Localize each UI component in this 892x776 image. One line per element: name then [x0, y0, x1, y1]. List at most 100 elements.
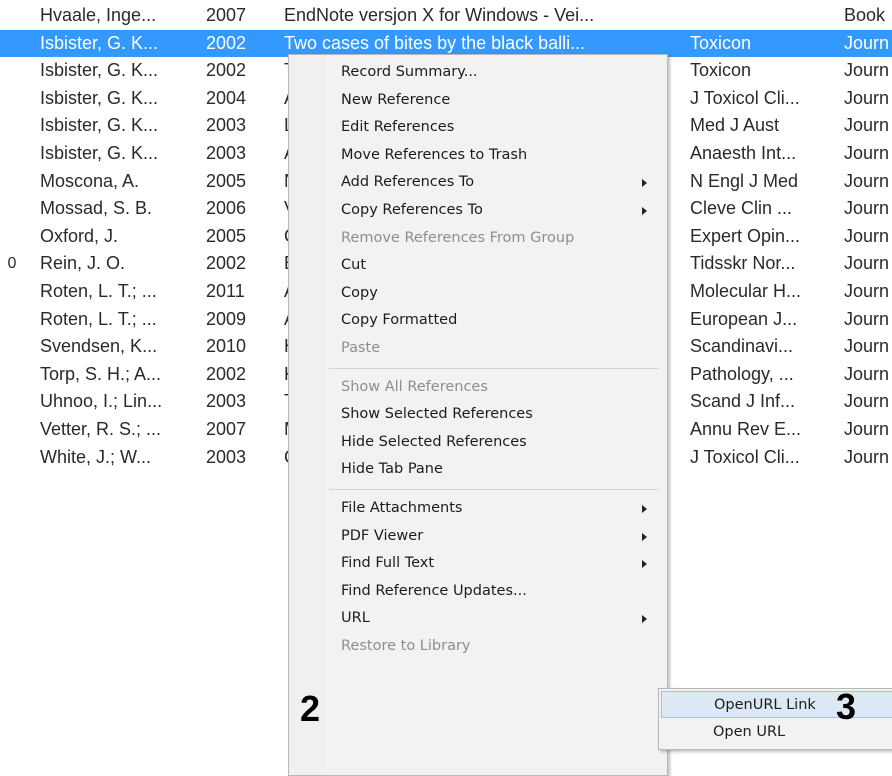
- menu-hide-selected-references[interactable]: Hide Selected References: [289, 429, 665, 456]
- menu-item-label: File Attachments: [341, 500, 463, 516]
- table-row[interactable]: Hvaale, Inge... 2007 EndNote versjon X for…: [0, 2, 892, 29]
- menu-item-label: New Reference: [341, 91, 451, 108]
- journal-cell: Anaesth Int...: [690, 143, 797, 163]
- menu-item-label: Record Summary...: [341, 64, 478, 80]
- ref-type-cell: Journ: [844, 446, 890, 467]
- menu-file-attachments[interactable]: File Attachments: [289, 495, 665, 522]
- menu-move-to-trash[interactable]: Move References to Trash: [289, 142, 665, 169]
- menu-add-references-to[interactable]: Add References To: [289, 169, 665, 196]
- menu-edit-references[interactable]: Edit References: [289, 114, 665, 141]
- menu-item-label: Add References To: [341, 174, 475, 191]
- journal-cell: Annu Rev E...: [690, 419, 802, 439]
- ref-type-cell: Journ: [844, 363, 890, 384]
- context-menu: Record Summary... New Reference Edit Refer…: [288, 54, 668, 776]
- menu-record-summary[interactable]: Record Summary...: [289, 59, 665, 86]
- menu-copy-formatted[interactable]: Copy Formatted: [289, 307, 665, 334]
- menu-find-reference-updates[interactable]: Find Reference Updates...: [289, 578, 665, 605]
- journal-cell: European J...: [690, 308, 798, 329]
- ref-type-cell: Journ: [844, 32, 890, 53]
- clip-icon: 0: [7, 255, 17, 273]
- menu-item-label: Copy: [341, 284, 378, 301]
- year-cell: 2005: [206, 170, 247, 191]
- title-cell: EndNote versjon X for Windows - Vei...: [284, 5, 595, 25]
- author-cell: Isbister, G. K...: [40, 32, 159, 53]
- journal-cell: Pathology, ...: [690, 363, 794, 384]
- year-cell: 2003: [206, 115, 247, 136]
- year-cell: 2003: [206, 143, 247, 163]
- journal-cell: Expert Opin...: [690, 225, 801, 246]
- submenu-arrow-icon: [642, 615, 647, 624]
- menu-copy[interactable]: Copy: [289, 280, 665, 307]
- journal-cell: N Engl J Med: [690, 170, 799, 191]
- menu-remove-from-group: Remove References From Group: [289, 225, 665, 252]
- table-row[interactable]: Isbister, G. K... 2002 Two cases of bites …: [0, 29, 892, 57]
- ref-type-cell: Journ: [844, 170, 890, 191]
- journal-cell: J Toxicol Cli...: [690, 446, 800, 467]
- menu-hide-tab-pane[interactable]: Hide Tab Pane: [289, 456, 665, 483]
- journal-cell: Tidsskr Nor...: [690, 253, 796, 274]
- author-cell: Isbister, G. K...: [40, 60, 159, 81]
- author-cell: Rein, J. O.: [40, 253, 126, 274]
- journal-cell: Scand J Inf...: [690, 391, 796, 412]
- url-submenu: OpenURL Link Open URL: [658, 688, 892, 750]
- menu-item-label: Show All References: [341, 378, 488, 395]
- year-cell: 2006: [206, 198, 247, 219]
- menu-separator: [329, 489, 659, 490]
- title-cell: Two cases of bites by the black balli...: [284, 32, 586, 53]
- ref-type-cell: Journ: [844, 115, 890, 136]
- author-cell: Vetter, R. S.; ...: [40, 419, 162, 439]
- year-cell: 2002: [206, 363, 247, 384]
- menu-copy-references-to[interactable]: Copy References To: [289, 197, 665, 224]
- ref-type-cell: Journ: [844, 253, 890, 274]
- ref-type-cell: Journ: [844, 391, 890, 412]
- menu-restore-to-library: Restore to Library: [289, 633, 665, 660]
- journal-cell: J Toxicol Cli...: [690, 87, 800, 108]
- menu-show-selected-references[interactable]: Show Selected References: [289, 401, 665, 428]
- journal-cell: Toxicon: [690, 60, 752, 81]
- submenu-openurl-link[interactable]: OpenURL Link: [661, 691, 892, 718]
- menu-item-label: Copy References To: [341, 202, 483, 218]
- menu-item-label: URL: [341, 610, 370, 627]
- ref-type-cell: Journ: [844, 308, 890, 329]
- submenu-arrow-icon: [642, 179, 647, 188]
- submenu-item-label: OpenURL Link: [714, 697, 816, 713]
- author-cell: Mossad, S. B.: [40, 198, 153, 219]
- menu-item-label: Edit References: [341, 119, 455, 136]
- author-cell: Isbister, G. K...: [40, 115, 159, 136]
- submenu-arrow-icon: [642, 532, 647, 541]
- menu-item-label: Find Full Text: [341, 555, 435, 572]
- author-cell: Hvaale, Inge...: [40, 5, 157, 25]
- ref-type-cell: Journ: [844, 419, 890, 439]
- ref-type-cell: Journ: [844, 87, 890, 108]
- submenu-arrow-icon: [642, 560, 647, 569]
- ref-type-cell: Journ: [844, 281, 890, 301]
- ref-type-cell: Book: [844, 5, 886, 25]
- menu-show-all-references: Show All References: [289, 374, 665, 401]
- journal-cell: Molecular H...: [690, 281, 802, 301]
- author-cell: Oxford, J.: [40, 225, 119, 246]
- menu-cut[interactable]: Cut: [289, 252, 665, 279]
- step-2-callout: 2: [300, 688, 321, 729]
- year-cell: 2007: [206, 5, 247, 25]
- author-cell: Roten, L. T.; ...: [40, 308, 157, 329]
- year-cell: 2002: [206, 60, 247, 81]
- menu-item-label: Paste: [341, 340, 381, 356]
- year-cell: 2010: [206, 336, 247, 357]
- submenu-open-url[interactable]: Open URL: [661, 719, 892, 746]
- author-cell: Isbister, G. K...: [40, 87, 159, 108]
- author-cell: Torp, S. H.; A...: [40, 363, 162, 384]
- menu-item-label: Cut: [341, 257, 366, 274]
- menu-url[interactable]: URL: [289, 605, 665, 632]
- year-cell: 2005: [206, 225, 247, 246]
- menu-pdf-viewer[interactable]: PDF Viewer: [289, 523, 665, 550]
- year-cell: 2011: [206, 281, 245, 301]
- submenu-item-label: Open URL: [713, 724, 786, 740]
- author-cell: Roten, L. T.; ...: [40, 281, 157, 301]
- year-cell: 2003: [206, 391, 247, 412]
- menu-find-full-text[interactable]: Find Full Text: [289, 550, 665, 577]
- submenu-arrow-icon: [642, 505, 647, 513]
- menu-item-label: Restore to Library: [341, 638, 471, 654]
- menu-new-reference[interactable]: New Reference: [289, 87, 665, 114]
- ref-type-cell: Journ: [844, 198, 890, 219]
- author-cell: Isbister, G. K...: [40, 143, 159, 163]
